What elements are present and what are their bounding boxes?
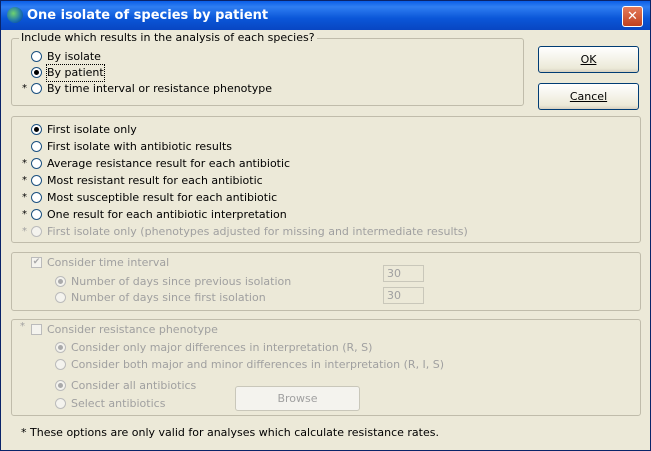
radio-by-time-interval-label: By time interval or resistance phenotype [47, 82, 272, 95]
radio-most-resistant-button[interactable] [31, 175, 42, 186]
window-title: One isolate of species by patient [27, 8, 269, 23]
radio-one-result-each-interpretation-button[interactable] [31, 209, 42, 220]
cancel-button[interactable]: Cancel [538, 83, 639, 110]
radio-days-since-previous-button[interactable] [55, 276, 66, 287]
checkbox-consider-time-interval-box[interactable]: ✔ [31, 257, 42, 268]
radio-average-resistance-button[interactable] [31, 158, 42, 169]
radio-first-isolate-with-results-button[interactable] [31, 141, 42, 152]
radio-one-result-each-interpretation-label: One result for each antibiotic interpret… [47, 208, 287, 221]
radio-most-susceptible-label: Most susceptible result for each antibio… [47, 191, 278, 204]
footnote-star: * [22, 209, 27, 220]
ok-button[interactable]: OK [538, 46, 639, 73]
radio-days-since-first-label: Number of days since first isolation [71, 291, 266, 304]
cancel-button-label: Cancel [569, 90, 608, 103]
radio-first-isolate-adjusted-label: First isolate only (phenotypes adjusted … [47, 225, 468, 238]
radio-most-susceptible-button[interactable] [31, 192, 42, 203]
footnote-star: * [22, 175, 27, 186]
radio-first-isolate-only-button[interactable] [31, 124, 42, 135]
days-since-previous-input[interactable]: 30 [383, 265, 424, 282]
app-globe-icon [7, 7, 23, 23]
radio-first-isolate-with-results-label: First isolate with antibiotic results [47, 140, 232, 153]
include-results-legend: Include which results in the analysis of… [19, 31, 317, 44]
radio-major-minor-differences-button[interactable] [55, 359, 66, 370]
radio-by-time-interval-button[interactable] [31, 83, 42, 94]
radio-by-isolate-button[interactable] [31, 51, 42, 62]
checkbox-consider-resistance-phenotype-label: Consider resistance phenotype [47, 323, 218, 336]
radio-first-isolate-adjusted-button[interactable] [31, 226, 42, 237]
radio-days-since-previous-label: Number of days since previous isolation [71, 275, 292, 288]
browse-button-label: Browse [277, 392, 318, 405]
footnote-text: * These options are only valid for analy… [21, 426, 439, 439]
radio-by-isolate-label: By isolate [47, 50, 101, 63]
checkbox-consider-resistance-phenotype-box[interactable] [31, 324, 42, 335]
radio-all-antibiotics-button[interactable] [55, 380, 66, 391]
radio-major-differences-button[interactable] [55, 342, 66, 353]
ok-button-label: OK [580, 53, 597, 66]
close-button[interactable]: ✕ [622, 6, 643, 27]
radio-major-minor-differences-label: Consider both major and minor difference… [71, 358, 445, 371]
footnote-star: * [22, 192, 27, 203]
footnote-star: * [22, 158, 27, 169]
radio-by-patient-button[interactable] [31, 67, 42, 78]
radio-first-isolate-only-label: First isolate only [47, 123, 137, 136]
footnote-star: * [20, 321, 25, 332]
radio-all-antibiotics-label: Consider all antibiotics [71, 379, 197, 392]
browse-button[interactable]: Browse [235, 386, 360, 411]
radio-select-antibiotics-button[interactable] [55, 398, 66, 409]
checkbox-consider-time-interval-label: Consider time interval [47, 256, 170, 269]
radio-by-patient-label: By patient [46, 64, 105, 82]
radio-average-resistance-label: Average resistance result for each antib… [47, 157, 291, 170]
radio-major-differences-label: Consider only major differences in inter… [71, 341, 373, 354]
radio-days-since-first-button[interactable] [55, 292, 66, 303]
radio-most-resistant-label: Most resistant result for each antibioti… [47, 174, 263, 187]
radio-select-antibiotics-label: Select antibiotics [71, 397, 166, 410]
dialog-window: One isolate of species by patient ✕ Incl… [0, 0, 651, 451]
days-since-first-input[interactable]: 30 [383, 287, 424, 304]
footnote-star: * [22, 83, 27, 94]
title-bar[interactable]: One isolate of species by patient ✕ [1, 1, 650, 30]
footnote-star: * [22, 226, 27, 237]
